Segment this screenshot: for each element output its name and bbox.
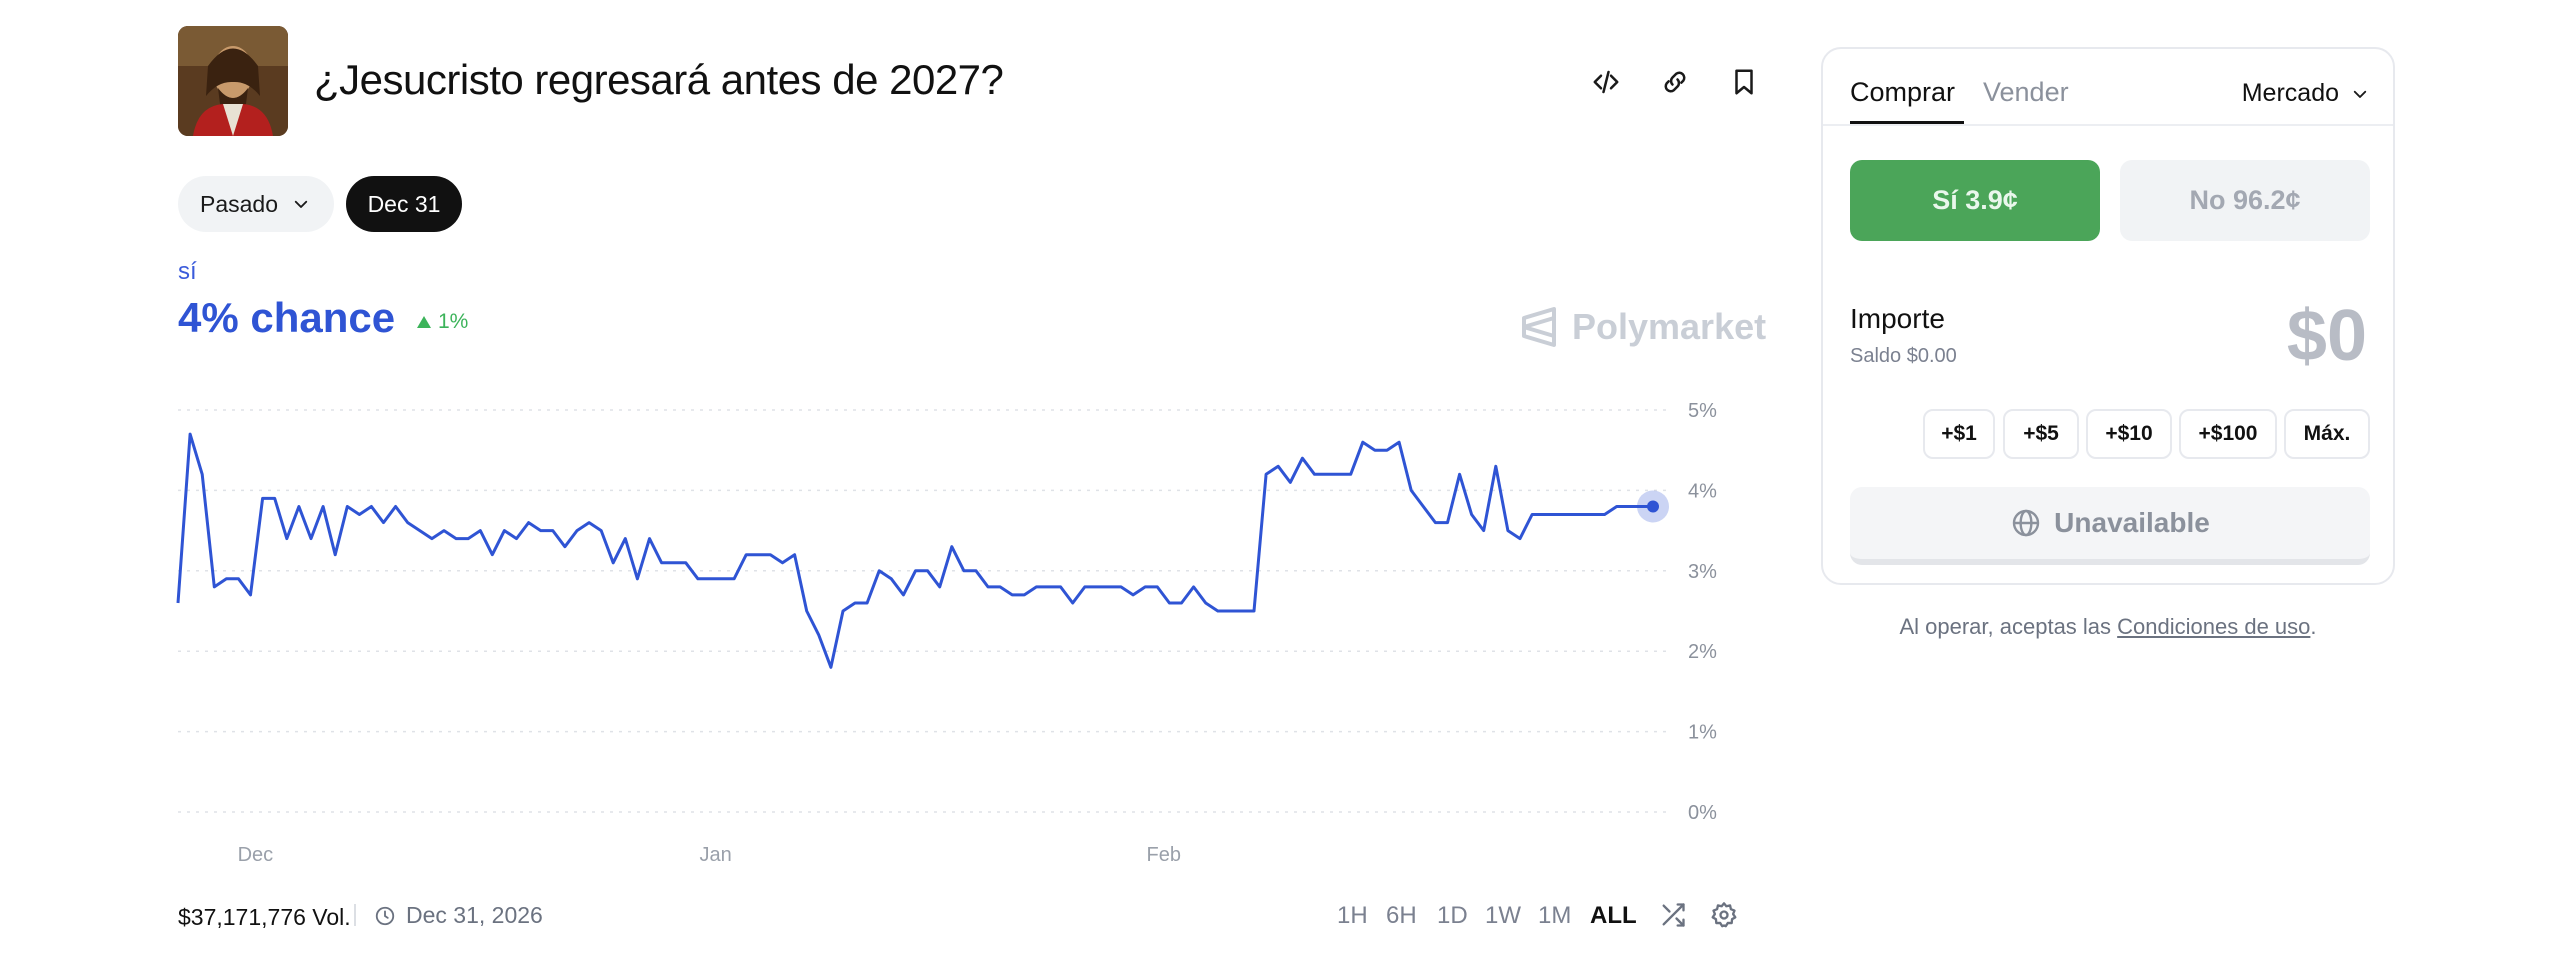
quick-max-button[interactable]: Máx. [2284,409,2370,459]
x-tick-label: Dec [238,844,274,866]
range-1d[interactable]: 1D [1437,902,1468,930]
order-type-dropdown[interactable]: Mercado [2242,79,2369,108]
yes-price: 3.9¢ [1965,185,2018,215]
y-tick-label: 3% [1688,561,1717,583]
quick-add-5-button[interactable]: +$5 [2003,409,2079,459]
panel-divider [1823,124,2393,126]
triangle-up-icon [417,316,431,328]
embed-code-icon[interactable] [1586,62,1626,102]
unavailable-label: Unavailable [2054,507,2210,538]
market-image [178,26,288,136]
tab-buy[interactable]: Comprar [1850,77,1955,108]
current-point [1647,500,1659,513]
terms-suffix: . [2310,614,2317,639]
copy-link-icon[interactable] [1655,62,1695,102]
tab-sell[interactable]: Vender [1983,77,2069,108]
amount-input[interactable]: $0 [2287,295,2367,377]
x-tick-label: Feb [1147,844,1181,866]
terms-prefix: Al operar, aceptas las [1899,614,2118,639]
range-1w[interactable]: 1W [1485,902,1521,930]
unavailable-button[interactable]: Unavailable [1850,487,2370,565]
amount-label: Importe [1850,303,1945,334]
outcome-name: sí [178,258,197,285]
shuffle-icon[interactable] [1656,898,1690,932]
range-6h[interactable]: 6H [1386,902,1417,930]
buy-yes-button[interactable]: Sí 3.9¢ [1850,160,2100,241]
order-type-label: Mercado [2241,79,2339,107]
footer-divider [354,904,356,926]
x-tick-label: Jan [700,844,732,866]
market-title: ¿Jesucristo regresará antes de 2027? [314,56,1004,103]
chance-delta-label: 1% [438,310,469,333]
quick-add-100-button[interactable]: +$100 [2179,409,2277,459]
series-line [176,432,1653,669]
price-chart[interactable]: 5% 4% 3% 2% 1% 0% Dec Jan Feb [0,380,1780,880]
clock-icon [375,906,395,925]
balance: Saldo $0.00 [1850,345,1957,367]
range-1m[interactable]: 1M [1538,902,1571,930]
end-date-label: Dec 31, 2026 [406,902,543,928]
y-tick-label: 4% [1688,480,1717,502]
no-label: No [2189,185,2226,215]
y-tick-label: 1% [1688,722,1717,744]
past-dropdown[interactable]: Pasado [178,176,334,232]
polymarket-watermark: Polymarket [1520,306,1766,348]
settings-gear-icon[interactable] [1707,898,1741,932]
end-date: Dec 31, 2026 [374,902,543,929]
past-dropdown-label: Pasado [200,190,279,217]
quick-add-1-button[interactable]: +$1 [1923,409,1995,459]
chevron-down-icon [2353,90,2367,98]
y-tick-label: 5% [1688,400,1717,422]
globe-icon [2012,509,2040,537]
buy-no-button[interactable]: No 96.2¢ [2120,160,2370,241]
terms-link[interactable]: Condiciones de uso [2117,614,2310,639]
yes-label: Sí [1932,185,1958,215]
quick-add-10-button[interactable]: +$10 [2086,409,2172,459]
y-tick-label: 2% [1688,641,1717,663]
terms-notice: Al operar, aceptas las Condiciones de us… [1821,614,2395,640]
no-price: 96.2¢ [2232,185,2301,215]
range-1h[interactable]: 1H [1337,902,1368,930]
chance-value: 4% chance [178,294,396,341]
trade-panel: Comprar Vender Mercado Sí 3.9¢ No 96.2¢ … [1821,47,2395,585]
polymarket-wordmark: Polymarket [1572,306,1767,347]
chevron-down-icon [294,200,308,208]
polymarket-logo-icon [1522,307,1556,347]
y-tick-label: 0% [1688,802,1717,824]
range-all[interactable]: ALL [1590,902,1637,930]
chance-delta: 1% [416,310,468,334]
bookmark-icon[interactable] [1724,62,1764,102]
volume: $37,171,776 Vol. [178,904,351,930]
date-filter-pill[interactable]: Dec 31 [346,176,462,232]
